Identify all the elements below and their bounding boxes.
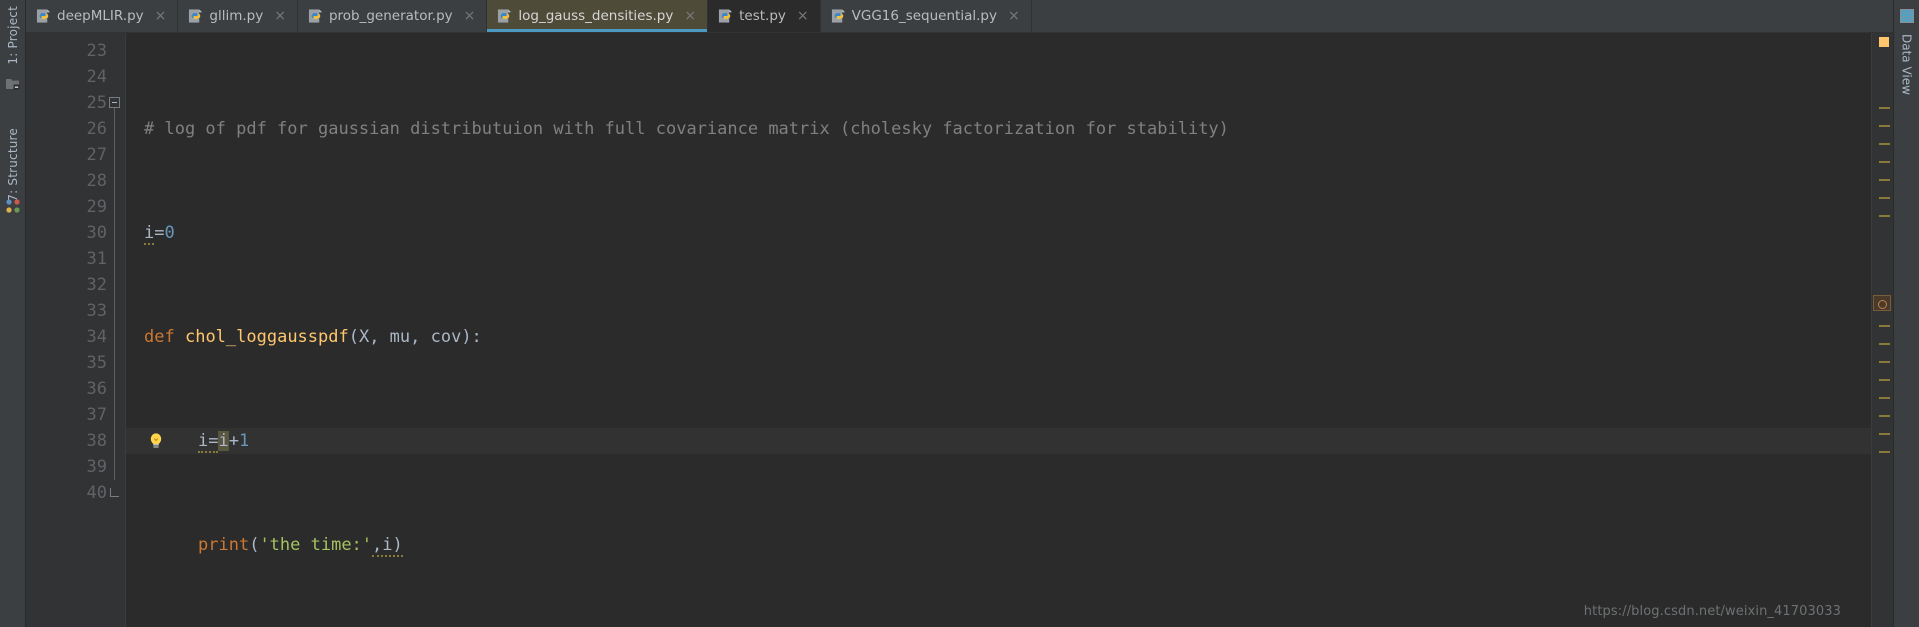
code-text-area[interactable]: # log of pdf for gaussian distributuion … [126, 33, 1871, 627]
keyword-def: def [144, 327, 175, 347]
python-file-icon [718, 8, 733, 24]
editor-area: deepMLIR.py × gllim.py × prob_generator.… [26, 0, 1893, 627]
python-file-icon [831, 8, 846, 24]
sidebar-item-structure[interactable]: 7: Structure [6, 128, 20, 202]
python-file-icon [36, 8, 51, 24]
tab-gllim[interactable]: gllim.py × [178, 0, 298, 32]
editor-marker-bar[interactable] [1871, 33, 1893, 627]
tab-label: test.py [739, 8, 786, 24]
builtin-print: print [198, 535, 250, 555]
right-tool-window-strip: Data View [1893, 0, 1919, 627]
python-file-icon [308, 8, 323, 24]
variable-token: i [144, 223, 155, 245]
tab-label: VGG16_sequential.py [851, 8, 997, 24]
paren-token: ( [249, 535, 260, 555]
close-icon[interactable]: × [462, 9, 478, 23]
tab-prob-generator[interactable]: prob_generator.py × [297, 0, 488, 32]
assign-token: i= [198, 431, 219, 453]
folder-icon [5, 76, 21, 92]
tab-label: gllim.py [209, 8, 264, 24]
error-stripe-icon[interactable] [1873, 295, 1891, 311]
inspection-status-marker[interactable] [1879, 37, 1889, 47]
selected-identifier: i [218, 431, 229, 451]
number-token: 0 [164, 223, 175, 243]
code-line-25[interactable]: def chol_loggausspdf(X, mu, cov): [126, 324, 1871, 350]
code-line-26[interactable]: i=i+1 [126, 428, 1871, 454]
code-folding-column[interactable] [107, 38, 125, 506]
close-icon[interactable]: × [272, 9, 288, 23]
number-token: 1 [238, 431, 250, 451]
code-line-24[interactable]: i=0 [126, 220, 1871, 246]
editor-tab-bar: deepMLIR.py × gllim.py × prob_generator.… [26, 0, 1893, 33]
code-line-27[interactable]: print('the time:',i) [126, 532, 1871, 558]
fold-toggle-function[interactable] [107, 90, 125, 120]
code-line-23[interactable]: # log of pdf for gaussian distributuion … [126, 116, 1871, 142]
code-editor[interactable]: 23 24 25 26 27 28 29 30 31 32 33 34 35 3… [26, 33, 1893, 627]
params-token: (X, mu, cov): [348, 327, 482, 347]
function-name-token: chol_loggausspdf [184, 327, 349, 347]
intention-bulb-icon[interactable] [148, 432, 164, 450]
fold-end-marker [107, 480, 125, 506]
left-tool-window-strip: 1: Project 7: Structure [0, 0, 26, 627]
comment-token: # log of pdf for gaussian distributuion … [144, 119, 1229, 139]
structure-icon [5, 198, 21, 214]
watermark-text: https://blog.csdn.net/weixin_41703033 [1583, 604, 1841, 619]
tab-deepmlir[interactable]: deepMLIR.py × [26, 0, 179, 32]
table-grid-icon [1899, 8, 1915, 24]
sidebar-item-data-view[interactable]: Data View [1900, 34, 1914, 95]
args-token: ,i) [372, 535, 403, 557]
close-icon[interactable]: × [153, 9, 169, 23]
close-icon[interactable]: × [795, 9, 811, 23]
sidebar-item-project[interactable]: 1: Project [6, 6, 20, 65]
tab-test[interactable]: test.py × [708, 0, 821, 32]
close-icon[interactable]: × [682, 9, 698, 23]
python-file-icon [188, 8, 203, 24]
tab-label: log_gauss_densities.py [518, 8, 674, 24]
pycharm-window: 1: Project 7: Structure deepMLIR.py × gl… [0, 0, 1919, 627]
operator-token: + [228, 431, 239, 451]
tab-log-gauss-densities[interactable]: log_gauss_densities.py × [487, 0, 709, 32]
tab-label: deepMLIR.py [57, 8, 144, 24]
tab-label: prob_generator.py [328, 8, 453, 24]
python-file-icon [497, 8, 512, 24]
close-icon[interactable]: × [1006, 9, 1022, 23]
operator-token: = [154, 223, 165, 243]
tab-vgg16-sequential[interactable]: VGG16_sequential.py × [820, 0, 1032, 32]
editor-gutter[interactable]: 23 24 25 26 27 28 29 30 31 32 33 34 35 3… [26, 33, 126, 627]
string-token: 'the time:' [259, 535, 373, 555]
